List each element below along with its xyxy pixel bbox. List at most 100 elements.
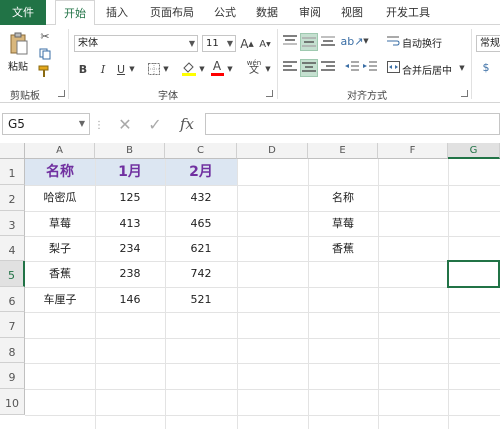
row-header-10[interactable]: 10 bbox=[0, 389, 25, 415]
table-cell[interactable]: 车厘子 bbox=[25, 287, 95, 312]
tab-insert[interactable]: 插入 bbox=[98, 0, 136, 25]
italic-button[interactable]: I bbox=[96, 61, 110, 77]
format-painter-icon[interactable] bbox=[38, 65, 52, 79]
row-header-3[interactable]: 3 bbox=[0, 211, 25, 236]
font-color-icon[interactable]: A bbox=[210, 58, 224, 77]
tab-data[interactable]: 数据 bbox=[249, 0, 285, 25]
insert-function-button[interactable]: fx bbox=[176, 114, 198, 134]
chevron-down-icon[interactable]: ▼ bbox=[226, 61, 234, 77]
column-header-a[interactable]: A bbox=[25, 143, 95, 159]
tab-page-layout[interactable]: 页面布局 bbox=[142, 0, 202, 25]
row-header-8[interactable]: 8 bbox=[0, 338, 25, 363]
column-header-b[interactable]: B bbox=[95, 143, 165, 159]
row-header-6[interactable]: 6 bbox=[0, 287, 25, 312]
shrink-font-icon[interactable]: A ▼ bbox=[258, 37, 272, 52]
merge-center-icon[interactable] bbox=[386, 59, 400, 75]
cut-icon[interactable]: ✂ bbox=[38, 29, 52, 43]
lookup-cell[interactable]: 草莓 bbox=[308, 211, 378, 236]
column-header-c[interactable]: C bbox=[165, 143, 237, 159]
chevron-down-icon[interactable]: ▼ bbox=[458, 61, 466, 75]
clipboard-launcher-icon[interactable] bbox=[58, 90, 65, 97]
merge-center-button[interactable]: 合并后居中 bbox=[402, 62, 452, 77]
font-launcher-icon[interactable] bbox=[266, 90, 273, 97]
paste-icon[interactable] bbox=[8, 31, 30, 57]
formula-input[interactable] bbox=[205, 113, 500, 135]
increase-indent-icon[interactable] bbox=[362, 59, 378, 75]
table-header-cell[interactable]: 2月 bbox=[165, 159, 237, 185]
align-middle-icon[interactable] bbox=[300, 33, 318, 51]
chevron-down-icon[interactable]: ▼ bbox=[362, 33, 370, 49]
lookup-cell[interactable]: 名称 bbox=[308, 185, 378, 211]
enter-icon[interactable]: ✓ bbox=[146, 115, 164, 134]
align-left-icon[interactable] bbox=[282, 59, 298, 75]
table-header-cell[interactable]: 名称 bbox=[25, 159, 95, 185]
chevron-down-icon[interactable]: ▼ bbox=[128, 61, 136, 77]
bold-button[interactable]: B bbox=[76, 61, 90, 77]
table-cell[interactable]: 234 bbox=[95, 236, 165, 261]
font-size-combo[interactable]: 11 ▼ bbox=[202, 35, 236, 52]
table-cell[interactable]: 梨子 bbox=[25, 236, 95, 261]
row-header-4[interactable]: 4 bbox=[0, 236, 25, 261]
chevron-down-icon[interactable]: ▼ bbox=[264, 61, 272, 77]
tab-home[interactable]: 开始 bbox=[55, 0, 95, 26]
table-cell[interactable]: 草莓 bbox=[25, 211, 95, 236]
align-center-icon[interactable] bbox=[300, 59, 318, 77]
tab-review[interactable]: 审阅 bbox=[292, 0, 328, 25]
row-header-9[interactable]: 9 bbox=[0, 363, 25, 389]
tab-file[interactable]: 文件 bbox=[0, 0, 46, 25]
chevron-down-icon[interactable]: ▼ bbox=[198, 61, 206, 77]
fill-color-icon[interactable] bbox=[180, 59, 198, 77]
decrease-indent-icon[interactable] bbox=[344, 59, 360, 75]
row-header-7[interactable]: 7 bbox=[0, 312, 25, 338]
orientation-icon[interactable]: ab↗ bbox=[341, 33, 364, 49]
worksheet-grid[interactable]: A B C D E F G 1 2 3 4 5 6 7 8 9 10 名称 1月… bbox=[0, 143, 500, 429]
table-cell[interactable]: 521 bbox=[165, 287, 237, 312]
phonetic-guide-icon[interactable]: wén 文 bbox=[244, 57, 264, 77]
table-cell[interactable]: 125 bbox=[95, 185, 165, 211]
table-cell[interactable]: 146 bbox=[95, 287, 165, 312]
wrap-text-icon[interactable] bbox=[386, 33, 400, 49]
tab-developer[interactable]: 开发工具 bbox=[380, 0, 436, 25]
align-top-icon[interactable] bbox=[282, 33, 298, 49]
row-header-2[interactable]: 2 bbox=[0, 185, 25, 211]
tab-view[interactable]: 视图 bbox=[334, 0, 370, 25]
name-box[interactable]: G5 ▼ bbox=[2, 113, 90, 135]
select-all-corner[interactable] bbox=[0, 143, 25, 159]
underline-button[interactable]: U bbox=[114, 61, 128, 77]
drag-handle-icon[interactable]: ⋮ bbox=[94, 117, 104, 133]
table-cell[interactable]: 465 bbox=[165, 211, 237, 236]
selected-cell-g5[interactable] bbox=[447, 260, 500, 288]
column-header-e[interactable]: E bbox=[308, 143, 378, 159]
table-cell[interactable]: 238 bbox=[95, 261, 165, 287]
table-cell[interactable]: 413 bbox=[95, 211, 165, 236]
row-header-1[interactable]: 1 bbox=[0, 159, 25, 185]
chevron-down-icon[interactable]: ▼ bbox=[162, 61, 170, 77]
table-header-cell[interactable]: 1月 bbox=[95, 159, 165, 185]
column-header-g[interactable]: G bbox=[448, 143, 500, 159]
font-name-combo[interactable]: 宋体 ▼ bbox=[74, 35, 198, 52]
table-cell[interactable]: 香蕉 bbox=[25, 261, 95, 287]
grow-font-icon[interactable]: A ▲ bbox=[240, 35, 254, 52]
chevron-down-icon: ▼ bbox=[78, 119, 85, 128]
cancel-icon[interactable]: ✕ bbox=[116, 115, 134, 134]
lookup-cell[interactable]: 香蕉 bbox=[308, 236, 378, 261]
group-divider bbox=[277, 29, 278, 99]
copy-icon[interactable] bbox=[38, 47, 52, 61]
paste-label[interactable]: 粘贴 bbox=[8, 58, 28, 73]
table-cell[interactable]: 432 bbox=[165, 185, 237, 211]
row-header-5[interactable]: 5 bbox=[0, 261, 25, 287]
alignment-launcher-icon[interactable] bbox=[461, 90, 468, 97]
wrap-text-button[interactable]: 自动换行 bbox=[402, 35, 442, 50]
table-cell[interactable]: 742 bbox=[165, 261, 237, 287]
align-bottom-icon[interactable] bbox=[320, 33, 336, 49]
table-cell[interactable]: 621 bbox=[165, 236, 237, 261]
ribbon: 粘贴 ✂ 剪贴板 宋体 ▼ 11 ▼ A ▲ A ▼ B I U ▼ ▼ ▼ A ▼ w… bbox=[0, 25, 500, 103]
table-cell[interactable]: 哈密瓜 bbox=[25, 185, 95, 211]
align-right-icon[interactable] bbox=[320, 59, 336, 75]
tab-formulas[interactable]: 公式 bbox=[207, 0, 243, 25]
column-header-d[interactable]: D bbox=[237, 143, 308, 159]
border-icon[interactable] bbox=[146, 61, 162, 77]
currency-icon[interactable]: $ bbox=[478, 59, 494, 75]
column-header-f[interactable]: F bbox=[378, 143, 448, 159]
number-format-combo[interactable]: 常规 bbox=[476, 35, 500, 52]
